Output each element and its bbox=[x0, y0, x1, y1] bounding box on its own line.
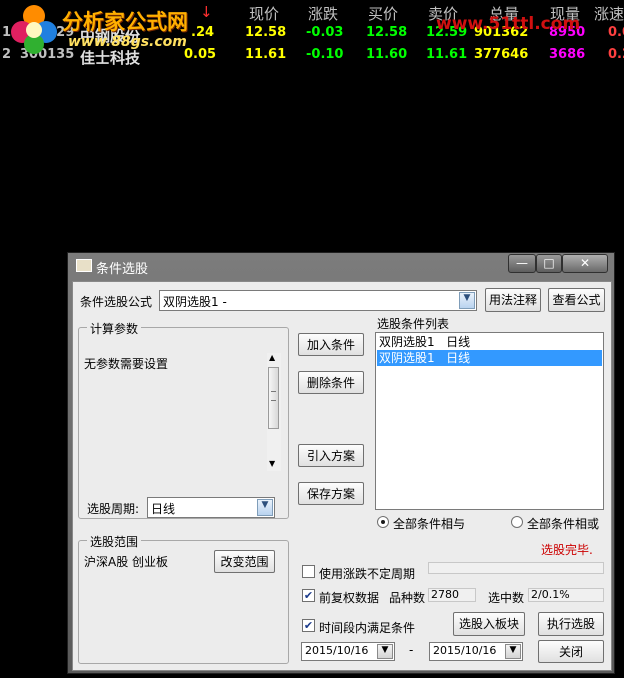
row-current-volume: 3686 bbox=[549, 47, 586, 62]
conditions-list[interactable]: 双阴选股1 日线 双阴选股1 日线 bbox=[375, 332, 604, 510]
end-date-picker[interactable]: 2015/10/16 ▼ bbox=[429, 642, 523, 661]
row-change: -0.10 bbox=[306, 47, 344, 62]
params-scrollbar[interactable]: ▲ ▼ bbox=[267, 353, 281, 471]
row-volume: 377646 bbox=[474, 47, 529, 62]
time-range-checkbox[interactable]: ✔ bbox=[302, 619, 315, 632]
radio-all-or[interactable] bbox=[511, 516, 523, 528]
header-speed[interactable]: 涨速 bbox=[594, 3, 624, 24]
params-group: 计算参数 无参数需要设置 ▲ ▼ 选股周期: 日线 ▼ bbox=[78, 320, 289, 519]
stock-screener-dialog: 条件选股 — □ ✕ 条件选股公式 双阴选股1 - ▼ 用法注释 查看公式 计算… bbox=[67, 252, 615, 674]
grip-icon bbox=[271, 391, 276, 401]
condition-name: 双阴选股1 bbox=[379, 351, 435, 365]
selected-count-label: 选中数 bbox=[488, 591, 525, 605]
condition-name: 双阴选股1 bbox=[379, 335, 435, 349]
chevron-down-icon[interactable]: ▼ bbox=[257, 499, 273, 516]
window-icon bbox=[76, 259, 92, 272]
selected-count-value: 2/0.1% bbox=[528, 588, 604, 602]
range-group: 选股范围 沪深A股 创业板 改变范围 bbox=[78, 533, 289, 664]
close-button[interactable]: 关闭 bbox=[538, 640, 604, 663]
forward-adjust-checkbox[interactable]: ✔ bbox=[302, 589, 315, 602]
scroll-thumb[interactable] bbox=[268, 367, 279, 429]
row-price: 11.61 bbox=[245, 47, 287, 62]
row-bid: 12.58 bbox=[366, 25, 408, 40]
header-price[interactable]: 现价 bbox=[249, 3, 279, 24]
radio-dot bbox=[381, 520, 385, 524]
list-item[interactable]: 双阴选股1 日线 bbox=[377, 334, 602, 350]
dialog-title: 条件选股 bbox=[96, 262, 149, 277]
condition-period: 日线 bbox=[446, 351, 471, 365]
scroll-up-icon[interactable]: ▲ bbox=[269, 353, 275, 362]
dialog-titlebar[interactable]: 条件选股 — □ ✕ bbox=[68, 253, 614, 277]
params-text: 无参数需要设置 bbox=[84, 357, 169, 371]
period-select[interactable]: 日线 ▼ bbox=[147, 497, 275, 518]
condition-period: 日线 bbox=[446, 335, 471, 349]
list-item-selected[interactable]: 双阴选股1 日线 bbox=[377, 350, 602, 366]
delete-condition-button[interactable]: 删除条件 bbox=[298, 371, 364, 394]
formula-label: 条件选股公式 bbox=[80, 295, 153, 309]
period-label: 选股周期: bbox=[87, 502, 140, 516]
range-text: 沪深A股 创业板 bbox=[84, 555, 169, 569]
chevron-down-icon[interactable]: ▼ bbox=[459, 292, 475, 309]
radio-all-and-label[interactable]: 全部条件相与 bbox=[393, 515, 465, 532]
change-range-button[interactable]: 改变范围 bbox=[214, 550, 275, 573]
start-date-value: 2015/10/16 bbox=[305, 644, 369, 657]
logo-url: www.88gs.com bbox=[68, 34, 187, 50]
uncertain-period-label[interactable]: 使用涨跌不定周期 bbox=[319, 565, 415, 582]
row-bid: 11.60 bbox=[366, 47, 408, 62]
dialog-body: 条件选股公式 双阴选股1 - ▼ 用法注释 查看公式 计算参数 无参数需要设置 … bbox=[72, 281, 612, 671]
row-speed: 0.0 bbox=[608, 25, 624, 40]
chevron-down-icon[interactable]: ▼ bbox=[505, 644, 521, 659]
time-range-label[interactable]: 时间段内满足条件 bbox=[319, 619, 415, 636]
site-logo: 分析家公式网 www.88gs.com bbox=[8, 2, 208, 56]
formula-value: 双阴选股1 - bbox=[163, 295, 227, 309]
import-plan-button[interactable]: 引入方案 bbox=[298, 444, 364, 467]
flower-logo-icon bbox=[11, 5, 57, 54]
end-date-value: 2015/10/16 bbox=[433, 644, 497, 657]
save-plan-button[interactable]: 保存方案 bbox=[298, 482, 364, 505]
row-change: -0.03 bbox=[306, 25, 344, 40]
logo-title: 分析家公式网 bbox=[62, 9, 188, 34]
row-ask: 11.61 bbox=[426, 47, 468, 62]
scroll-down-icon[interactable]: ▼ bbox=[269, 459, 275, 468]
execute-screening-button[interactable]: 执行选股 bbox=[538, 612, 604, 636]
add-condition-button[interactable]: 加入条件 bbox=[298, 333, 364, 356]
header-change[interactable]: 涨跌 bbox=[308, 3, 338, 24]
radio-all-or-label[interactable]: 全部条件相或 bbox=[527, 515, 599, 532]
conditions-list-label: 选股条件列表 bbox=[377, 317, 450, 331]
add-to-block-button[interactable]: 选股入板块 bbox=[453, 612, 525, 636]
minimize-button[interactable]: — bbox=[508, 254, 536, 273]
row-price: 12.58 bbox=[245, 25, 287, 40]
row-speed: 0.2 bbox=[608, 47, 624, 62]
uncertain-period-field bbox=[428, 562, 604, 574]
formula-select[interactable]: 双阴选股1 - ▼ bbox=[159, 290, 477, 311]
start-date-picker[interactable]: 2015/10/16 ▼ bbox=[301, 642, 395, 661]
status-text: 选股完毕. bbox=[541, 543, 593, 557]
date-separator: - bbox=[409, 643, 414, 657]
radio-all-and[interactable] bbox=[377, 516, 389, 528]
watermark-text: www.51ttl.com bbox=[436, 14, 581, 34]
range-group-title: 选股范围 bbox=[87, 533, 142, 550]
params-group-title: 计算参数 bbox=[87, 320, 142, 337]
view-formula-button[interactable]: 查看公式 bbox=[548, 288, 605, 312]
uncertain-period-checkbox[interactable] bbox=[302, 565, 315, 578]
variety-count-label: 品种数 bbox=[389, 591, 426, 605]
period-value: 日线 bbox=[151, 502, 176, 516]
maximize-button[interactable]: □ bbox=[536, 254, 562, 273]
usage-notes-button[interactable]: 用法注释 bbox=[485, 288, 541, 312]
chevron-down-icon[interactable]: ▼ bbox=[377, 644, 393, 659]
close-window-button[interactable]: ✕ bbox=[562, 254, 608, 273]
forward-adjust-label[interactable]: 前复权数据 bbox=[319, 589, 379, 606]
variety-count-value: 2780 bbox=[428, 588, 476, 602]
header-bid[interactable]: 买价 bbox=[368, 3, 398, 24]
